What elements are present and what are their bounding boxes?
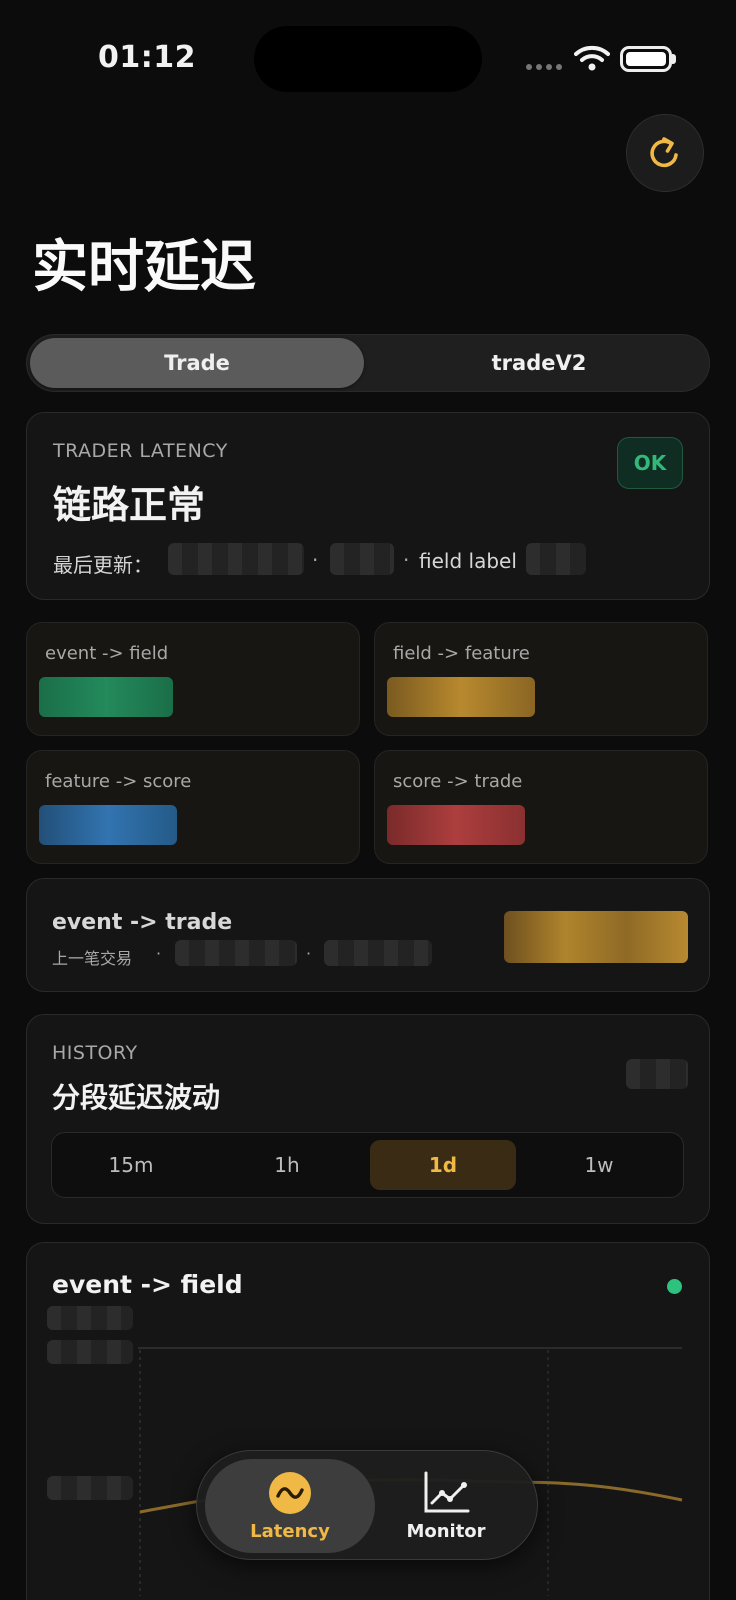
field-label: field label — [419, 549, 517, 573]
redacted-total-latency — [504, 911, 688, 963]
redacted-metric-value — [387, 677, 535, 717]
metric-tile-event-field: event -> field — [26, 622, 360, 736]
separator: · — [156, 944, 162, 963]
tab-label: Latency — [250, 1520, 330, 1542]
refresh-button[interactable] — [626, 114, 704, 192]
line-chart-icon — [424, 1471, 470, 1512]
redacted-metric-value — [387, 805, 525, 845]
history-title: 分段延迟波动 — [52, 1081, 221, 1114]
source-segmented-control: Trade tradeV2 — [26, 334, 710, 392]
cellular-signal-icon — [526, 64, 562, 70]
latency-wave-icon — [269, 1471, 311, 1514]
refresh-icon — [650, 137, 678, 168]
timeframe-selector: 15m 1h 1d 1w — [51, 1132, 684, 1198]
battery-cap — [672, 54, 676, 64]
last-trade-label: 上一笔交易 — [52, 949, 133, 968]
metric-label: field -> feature — [393, 643, 530, 664]
redacted-metric-value — [39, 805, 177, 845]
live-status-dot — [667, 1279, 682, 1294]
segment-trade[interactable]: Trade — [30, 338, 364, 388]
tab-latency[interactable]: Latency — [205, 1459, 375, 1553]
redacted-updated-time — [330, 543, 394, 575]
separator: · — [403, 548, 410, 572]
link-status-title: 链路正常 — [53, 483, 206, 527]
redacted-history-meta — [626, 1059, 688, 1089]
tab-label: Monitor — [406, 1520, 486, 1542]
timeframe-1w[interactable]: 1w — [526, 1140, 672, 1190]
redacted-axis-label-mid — [47, 1476, 133, 1500]
separator: · — [312, 548, 319, 572]
timeframe-15m[interactable]: 15m — [58, 1140, 204, 1190]
battery-icon — [620, 46, 672, 72]
redacted-field-value — [526, 543, 586, 575]
dynamic-island — [254, 26, 482, 92]
metric-tile-feature-score: feature -> score — [26, 750, 360, 864]
metric-label: feature -> score — [45, 771, 192, 792]
timeframe-1h[interactable]: 1h — [214, 1140, 360, 1190]
status-badge: OK — [617, 437, 683, 489]
card-eyebrow: TRADER LATENCY — [53, 440, 228, 462]
wifi-icon — [574, 45, 610, 71]
redacted-chart-stat — [47, 1306, 133, 1330]
metric-tile-score-trade: score -> trade — [374, 750, 708, 864]
page-title: 实时延迟 — [32, 235, 256, 300]
redacted-axis-label-top — [47, 1340, 133, 1364]
metric-label: event -> field — [45, 643, 169, 664]
segment-tradev2[interactable]: tradeV2 — [372, 338, 706, 388]
redacted-metric-value — [39, 677, 173, 717]
history-eyebrow: HISTORY — [52, 1042, 138, 1064]
redacted-trade-id — [175, 940, 297, 966]
timeframe-1d[interactable]: 1d — [370, 1140, 516, 1190]
bottom-tab-bar: Latency Monitor — [196, 1450, 538, 1560]
chart-title: event -> field — [52, 1270, 243, 1299]
updated-label: 最后更新： — [53, 553, 153, 577]
tab-monitor[interactable]: Monitor — [361, 1459, 531, 1553]
metric-label: score -> trade — [393, 771, 523, 792]
event-trade-title: event -> trade — [52, 910, 233, 935]
redacted-trade-time — [324, 940, 432, 966]
redacted-updated-date — [168, 543, 304, 575]
separator: · — [306, 944, 312, 963]
metric-tile-field-feature: field -> feature — [374, 622, 708, 736]
status-time: 01:12 — [98, 40, 196, 75]
